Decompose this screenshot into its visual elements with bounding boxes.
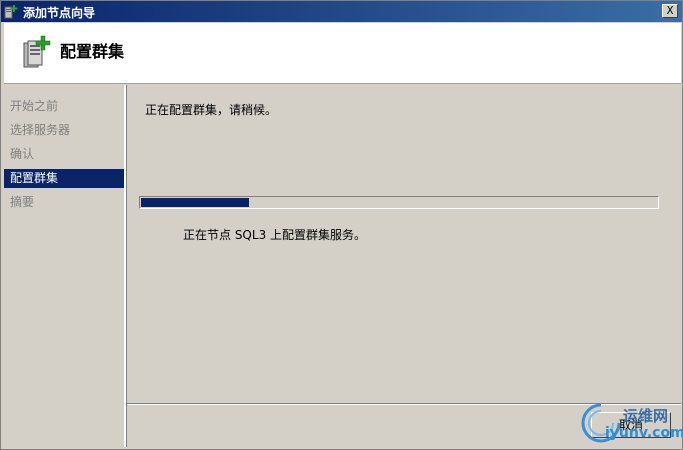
wizard-window: 添加节点向导 X 配置群集 开始之前 选择服务器 确认 配置群集 摘要 正在配置… xyxy=(0,0,683,450)
wizard-app-icon xyxy=(4,5,18,19)
watermark-logo: 运维网 iyunv.com xyxy=(579,399,683,449)
close-button[interactable]: X xyxy=(662,4,678,18)
status-text: 正在配置群集，请稍候。 xyxy=(145,103,278,117)
page-title: 配置群集 xyxy=(60,42,125,61)
progress-fill xyxy=(141,198,249,207)
sidebar-item-confirm[interactable]: 确认 xyxy=(4,145,124,164)
window-title: 添加节点向导 xyxy=(23,6,96,20)
sidebar-item-select-servers[interactable]: 选择服务器 xyxy=(4,121,124,140)
wizard-steps-sidebar: 开始之前 选择服务器 确认 配置群集 摘要 xyxy=(4,85,126,447)
progress-bar xyxy=(139,196,659,209)
sidebar-item-configure-cluster[interactable]: 配置群集 xyxy=(4,169,124,188)
watermark-text-en: iyunv.com xyxy=(605,425,683,441)
wizard-header: 配置群集 xyxy=(4,23,681,84)
close-icon: X xyxy=(666,4,674,17)
title-bar[interactable]: 添加节点向导 X xyxy=(1,1,682,22)
detail-status-text: 正在节点 SQL3 上配置群集服务。 xyxy=(183,228,367,242)
sidebar-item-before-you-begin[interactable]: 开始之前 xyxy=(4,97,124,116)
sidebar-item-summary[interactable]: 摘要 xyxy=(4,193,124,212)
server-add-icon xyxy=(23,35,51,68)
watermark-text-cn: 运维网 xyxy=(623,407,669,425)
main-content: 正在配置群集，请稍候。 正在节点 SQL3 上配置群集服务。 xyxy=(127,85,681,403)
